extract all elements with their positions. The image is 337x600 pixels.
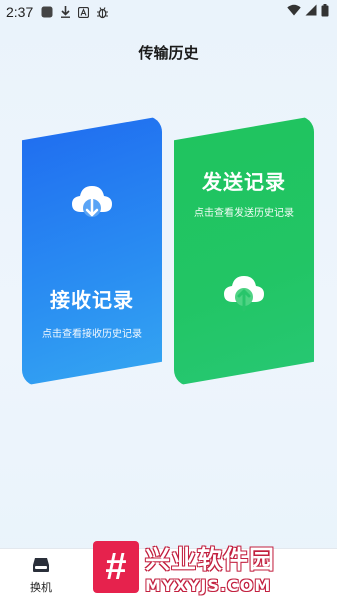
send-card-subtitle: 点击查看发送历史记录	[194, 208, 294, 219]
app-icon	[41, 6, 53, 18]
watermark-text: 兴业软件园 MYXYJS.COM	[145, 540, 275, 595]
receive-records-card[interactable]: 接收记录 点击查看接收历史记录	[22, 116, 162, 386]
nav-item-label: 换机	[30, 581, 52, 594]
wifi-icon	[287, 4, 301, 20]
status-bar: 2:37	[0, 0, 337, 24]
battery-icon	[321, 3, 329, 21]
cloud-download-icon	[70, 182, 114, 226]
download-icon	[60, 6, 71, 18]
nav-item-switch[interactable]: 换机	[18, 557, 64, 595]
a-icon	[78, 6, 90, 18]
status-time: 2:37	[6, 4, 34, 20]
site-watermark: # 兴业软件园 MYXYJS.COM	[93, 537, 333, 597]
watermark-logo: #	[93, 541, 139, 593]
watermark-en: MYXYJS.COM	[145, 575, 272, 595]
phone-switch-icon	[18, 557, 64, 576]
page-title: 传输历史	[138, 44, 199, 62]
receive-card-subtitle: 点击查看接收历史记录	[42, 329, 142, 340]
send-card-title: 发送记录	[202, 170, 286, 194]
signal-icon	[305, 4, 317, 20]
watermark-cn: 兴业软件园	[145, 544, 276, 574]
cloud-upload-icon	[222, 272, 266, 318]
send-records-card[interactable]: 发送记录 点击查看发送历史记录	[174, 116, 314, 386]
bug-icon	[96, 6, 109, 19]
receive-card-title: 接收记录	[50, 288, 134, 312]
